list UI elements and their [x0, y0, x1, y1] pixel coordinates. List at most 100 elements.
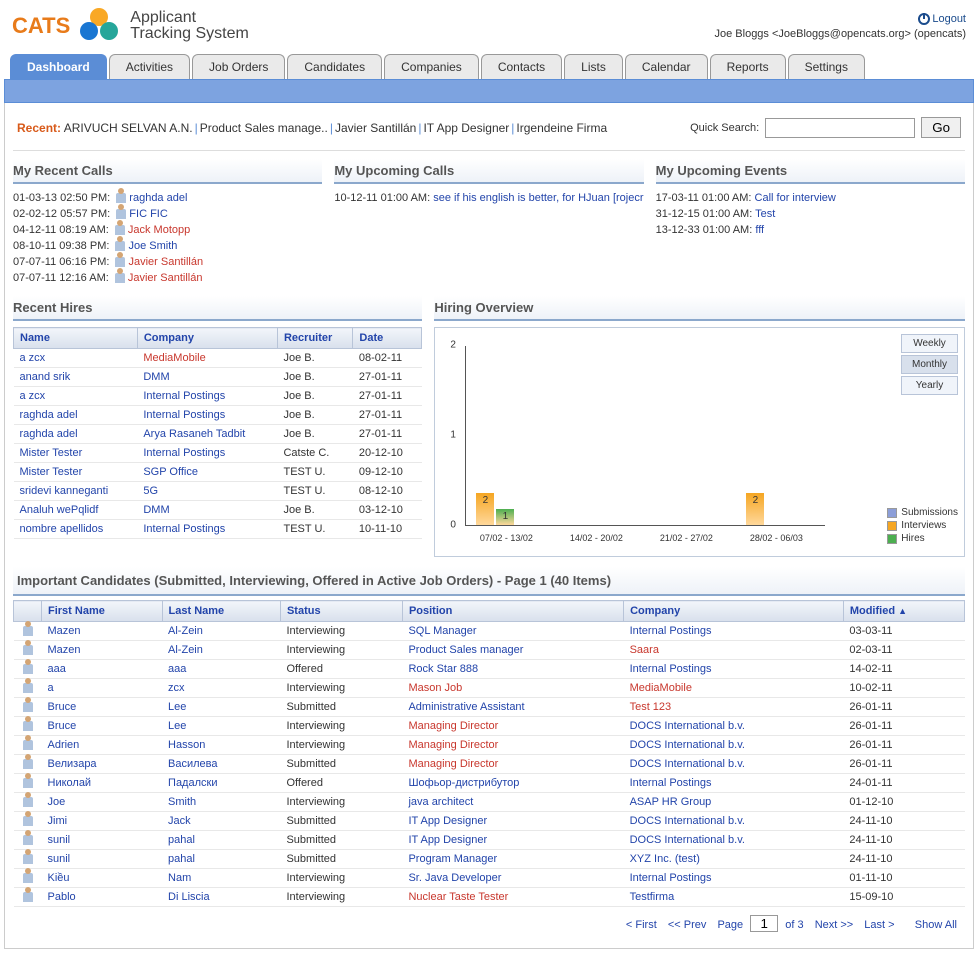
company-link[interactable]: Internal Postings — [630, 777, 712, 789]
pager-next[interactable]: Next >> — [815, 919, 854, 931]
position-link[interactable]: SQL Manager — [408, 625, 476, 637]
lastname-link[interactable]: Lee — [168, 720, 186, 732]
position-link[interactable]: Nuclear Taste Tester — [408, 891, 508, 903]
lastname-link[interactable]: Nam — [168, 872, 191, 884]
call-link[interactable]: Jack Motopp — [128, 224, 190, 236]
company-link[interactable]: DMM — [143, 371, 169, 383]
company-link[interactable]: Testfirma — [630, 891, 675, 903]
name-link[interactable]: a zcx — [20, 352, 46, 364]
name-link[interactable]: a zcx — [20, 390, 46, 402]
col-header[interactable]: Company — [137, 328, 277, 349]
lastname-link[interactable]: Hasson — [168, 739, 205, 751]
lastname-link[interactable]: Jack — [168, 815, 191, 827]
company-link[interactable]: DOCS International b.v. — [630, 739, 745, 751]
name-link[interactable]: nombre apellidos — [20, 523, 104, 535]
company-link[interactable]: SGP Office — [143, 466, 198, 478]
lastname-link[interactable]: Падалски — [168, 777, 217, 789]
col-header[interactable]: Recruiter — [277, 328, 352, 349]
company-link[interactable]: MediaMobile — [143, 352, 205, 364]
position-link[interactable]: java architect — [408, 796, 473, 808]
firstname-link[interactable]: Pablo — [48, 891, 76, 903]
quick-search-go[interactable]: Go — [921, 117, 961, 138]
company-link[interactable]: Internal Postings — [143, 409, 225, 421]
recent-item[interactable]: Product Sales manage.. — [200, 121, 328, 135]
recent-item[interactable]: Irgendeine Firma — [516, 121, 607, 135]
company-link[interactable]: DOCS International b.v. — [630, 834, 745, 846]
tab-contacts[interactable]: Contacts — [481, 54, 562, 79]
recent-item[interactable]: Javier Santillán — [335, 121, 416, 135]
call-link[interactable]: Javier Santillán — [128, 272, 203, 284]
name-link[interactable]: sridevi kanneganti — [20, 485, 109, 497]
call-link[interactable]: raghda adel — [129, 192, 187, 204]
col-header[interactable]: Modified ▲ — [843, 601, 964, 622]
company-link[interactable]: Saara — [630, 644, 659, 656]
company-link[interactable]: MediaMobile — [630, 682, 692, 694]
company-link[interactable]: Test 123 — [630, 701, 672, 713]
position-link[interactable]: Sr. Java Developer — [408, 872, 501, 884]
pager-page-input[interactable] — [750, 915, 778, 932]
pager-first[interactable]: < First — [626, 919, 657, 931]
lastname-link[interactable]: Smith — [168, 796, 196, 808]
company-link[interactable]: Internal Postings — [143, 390, 225, 402]
firstname-link[interactable]: sunil — [48, 834, 71, 846]
firstname-link[interactable]: Joe — [48, 796, 66, 808]
firstname-link[interactable]: Mazen — [48, 644, 81, 656]
logout-link[interactable]: Logout — [918, 13, 966, 25]
firstname-link[interactable]: a — [48, 682, 54, 694]
col-header[interactable]: First Name — [42, 601, 163, 622]
firstname-link[interactable]: Bruce — [48, 720, 77, 732]
firstname-link[interactable]: Kiều — [48, 872, 70, 884]
firstname-link[interactable]: Adrien — [48, 739, 80, 751]
recent-item[interactable]: IT App Designer — [423, 121, 509, 135]
lastname-link[interactable]: Al-Zein — [168, 644, 203, 656]
recent-item[interactable]: ARIVUCH SELVAN A.N. — [64, 121, 193, 135]
chart-range-monthly[interactable]: Monthly — [901, 355, 958, 374]
company-link[interactable]: DOCS International b.v. — [630, 720, 745, 732]
position-link[interactable]: Managing Director — [408, 758, 498, 770]
lastname-link[interactable]: pahal — [168, 834, 195, 846]
call-link[interactable]: Javier Santillán — [128, 256, 203, 268]
name-link[interactable]: Analuh wePqlidf — [20, 504, 99, 516]
pager-showall[interactable]: Show All — [915, 919, 957, 931]
firstname-link[interactable]: Mazen — [48, 625, 81, 637]
position-link[interactable]: Administrative Assistant — [408, 701, 524, 713]
col-header[interactable]: Name — [14, 328, 138, 349]
company-link[interactable]: XYZ Inc. (test) — [630, 853, 700, 865]
tab-calendar[interactable]: Calendar — [625, 54, 708, 79]
call-link[interactable]: see if his english is better, for HJuan … — [433, 192, 643, 204]
name-link[interactable]: anand srik — [20, 371, 71, 383]
call-link[interactable]: Joe Smith — [128, 240, 177, 252]
lastname-link[interactable]: aaa — [168, 663, 186, 675]
firstname-link[interactable]: Jimi — [48, 815, 68, 827]
company-link[interactable]: Internal Postings — [143, 447, 225, 459]
position-link[interactable]: Rock Star 888 — [408, 663, 478, 675]
company-link[interactable]: 5G — [143, 485, 158, 497]
firstname-link[interactable]: Велизара — [48, 758, 97, 770]
lastname-link[interactable]: pahal — [168, 853, 195, 865]
company-link[interactable]: DOCS International b.v. — [630, 815, 745, 827]
col-header[interactable]: Position — [402, 601, 623, 622]
firstname-link[interactable]: Николай — [48, 777, 92, 789]
position-link[interactable]: Шофьор-дистрибутор — [408, 777, 519, 789]
lastname-link[interactable]: Василева — [168, 758, 217, 770]
lastname-link[interactable]: Lee — [168, 701, 186, 713]
tab-lists[interactable]: Lists — [564, 54, 623, 79]
name-link[interactable]: raghda adel — [20, 428, 78, 440]
tab-activities[interactable]: Activities — [109, 54, 190, 79]
company-link[interactable]: ASAP HR Group — [630, 796, 712, 808]
col-header[interactable]: Status — [280, 601, 402, 622]
name-link[interactable]: Mister Tester — [20, 447, 83, 459]
col-header[interactable]: Date — [353, 328, 422, 349]
chart-range-weekly[interactable]: Weekly — [901, 334, 958, 353]
position-link[interactable]: IT App Designer — [408, 815, 487, 827]
call-link[interactable]: FIC FIC — [129, 208, 168, 220]
position-link[interactable]: Managing Director — [408, 739, 498, 751]
lastname-link[interactable]: Al-Zein — [168, 625, 203, 637]
tab-candidates[interactable]: Candidates — [287, 54, 382, 79]
company-link[interactable]: Arya Rasaneh Tadbit — [143, 428, 245, 440]
col-header[interactable]: Company — [624, 601, 844, 622]
tab-companies[interactable]: Companies — [384, 54, 479, 79]
tab-job-orders[interactable]: Job Orders — [192, 54, 285, 79]
firstname-link[interactable]: Bruce — [48, 701, 77, 713]
lastname-link[interactable]: Di Liscia — [168, 891, 210, 903]
